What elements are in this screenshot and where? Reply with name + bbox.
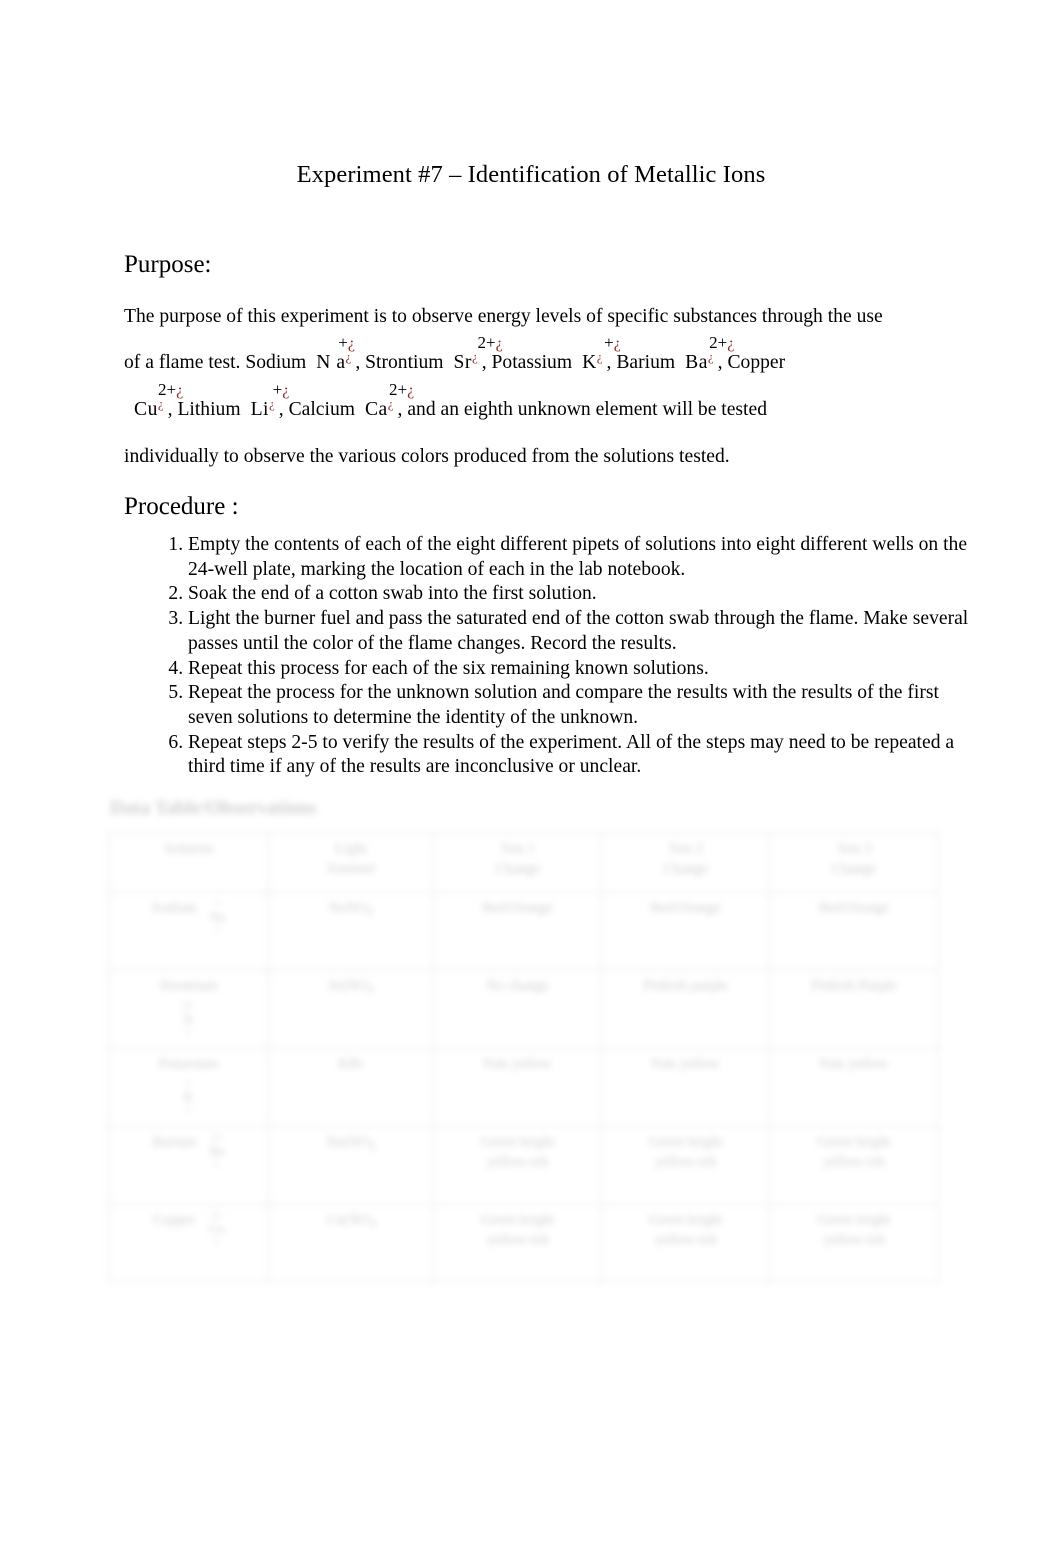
cell-test-2: Pinkish purple bbox=[601, 970, 770, 1049]
cell-test-2: Pale yellow bbox=[601, 1048, 770, 1127]
procedure-step: Repeat this process for each of the six … bbox=[188, 657, 978, 682]
ion-formula-calcium: 2+¿ Ca¿ bbox=[364, 380, 415, 420]
solution-name-copper: Copper 2+ Cu ¿ bbox=[152, 1210, 225, 1245]
table-row: Copper 2+ Cu ¿ Cu(NO3 Green bright yello… bbox=[108, 1204, 939, 1283]
cell-test-1: Green bright yellow-ish bbox=[433, 1204, 602, 1283]
solution-name-potassium: Potassium + K ¿ bbox=[113, 1055, 264, 1113]
cell-test-3: Green bright yellow-ish bbox=[769, 1204, 939, 1283]
cell-solution: Strontium 2+ Sr ¿ bbox=[108, 970, 269, 1049]
column-header-solution: Solution bbox=[108, 833, 269, 893]
column-header-test-3: Test 3 Change bbox=[769, 833, 939, 893]
cell-test-3: Green bright yellow-ish bbox=[769, 1126, 939, 1205]
column-header-test-1: Test 1 Change bbox=[433, 833, 602, 893]
cell-test-3: Pale yellow bbox=[769, 1048, 939, 1127]
table-row: Potassium + K ¿ KBr Pale yellow Pale yel… bbox=[108, 1048, 939, 1127]
ion-formula-copper: 2+¿ Cu¿ bbox=[134, 380, 184, 420]
procedure-step: Repeat the process for the unknown solut… bbox=[188, 681, 978, 730]
page-title: Experiment #7 – Identification of Metall… bbox=[296, 161, 766, 188]
cell-test-1: No change bbox=[433, 970, 602, 1049]
table-row: Sodium + Na ¿ NaNO3 Red/Orange Red/Orang… bbox=[108, 892, 939, 971]
ion-formula-cell-strontium: 2+ Sr ¿ bbox=[182, 999, 195, 1035]
procedure-step: Light the burner fuel and pass the satur… bbox=[188, 607, 978, 656]
ion-formula-lithium: +¿ Li¿ bbox=[250, 380, 290, 420]
observations-table: Solution Light Emitted Test 1 Change Tes… bbox=[108, 833, 939, 1283]
purpose-line-4: individually to observe the various colo… bbox=[124, 446, 730, 467]
data-table-section: Data Table/Observations Solution Light E… bbox=[104, 793, 940, 1283]
cell-solution: Copper 2+ Cu ¿ bbox=[108, 1204, 269, 1283]
cell-test-1: Green bright yellow-ish bbox=[433, 1126, 602, 1205]
cell-test-3: Red/Orange bbox=[769, 892, 939, 971]
ion-formula-cell-copper: 2+ Cu ¿ bbox=[209, 1210, 225, 1245]
ion-formula-potassium: +¿ K¿ bbox=[582, 333, 621, 373]
purpose-text-calcium: , Calcium bbox=[278, 399, 355, 420]
column-header-light-emitted: Light Emitted bbox=[268, 833, 434, 893]
cell-test-2: Green bright yellow-ish bbox=[601, 1126, 770, 1205]
cell-light-emitted: Cu(NO3 bbox=[268, 1204, 434, 1283]
table-row: Strontium 2+ Sr ¿ Sr(NO3 No change Pinki… bbox=[108, 970, 939, 1049]
ion-formula-cell-potassium: + K ¿ bbox=[183, 1077, 194, 1113]
solution-name-sodium: Sodium + Na ¿ bbox=[151, 898, 226, 933]
cell-solution: Potassium + K ¿ bbox=[108, 1048, 269, 1127]
table-row: Barium 2+ Ba ¿ Ba(NO3 Green bright yello… bbox=[108, 1126, 939, 1205]
purpose-line-2: of a flame test. Sodium +¿ N a¿, Strontium… bbox=[124, 333, 939, 387]
procedure-list: Empty the contents of each of the eight … bbox=[150, 533, 978, 780]
ion-formula-sodium: +¿ N a¿ bbox=[316, 333, 355, 373]
cell-test-2: Red/Orange bbox=[601, 892, 770, 971]
ion-formula-strontium: 2+¿ Sr¿ bbox=[453, 333, 503, 373]
cell-light-emitted: KBr bbox=[268, 1048, 434, 1127]
cell-test-1: Pale yellow bbox=[433, 1048, 602, 1127]
document-page: Experiment #7 – Identification of Metall… bbox=[0, 0, 1062, 1561]
procedure-step: Empty the contents of each of the eight … bbox=[188, 533, 978, 582]
cell-test-3: Pinkish Purple bbox=[769, 970, 939, 1049]
purpose-heading: Purpose: bbox=[124, 251, 212, 278]
purpose-line-1: The purpose of this experiment is to obs… bbox=[124, 306, 883, 327]
ion-formula-cell-barium: 2+ Ba ¿ bbox=[209, 1132, 225, 1167]
table-header-row: Solution Light Emitted Test 1 Change Tes… bbox=[108, 833, 939, 893]
cell-light-emitted: Sr(NO3 bbox=[268, 970, 434, 1049]
cell-solution: Sodium + Na ¿ bbox=[108, 892, 269, 971]
ion-formula-cell-sodium: + Na ¿ bbox=[210, 898, 226, 933]
cell-light-emitted: NaNO3 bbox=[268, 892, 434, 971]
data-table-heading: Data Table/Observations bbox=[110, 798, 317, 819]
procedure-step: Repeat steps 2-5 to verify the results o… bbox=[188, 731, 978, 780]
procedure-heading: Procedure : bbox=[124, 493, 239, 520]
purpose-line-3: 2+¿ Cu¿, Lithium +¿ Li¿, Calcium 2+¿ Ca¿, and… bbox=[124, 380, 939, 434]
purpose-text-unknown: , and an eighth unknown element will be … bbox=[397, 399, 767, 420]
purpose-body: The purpose of this experiment is to obs… bbox=[124, 294, 939, 480]
cell-test-2: Green bright yellow-ish bbox=[601, 1204, 770, 1283]
ion-formula-barium: 2+¿ Ba¿ bbox=[685, 333, 735, 373]
cell-light-emitted: Ba(NO3 bbox=[268, 1126, 434, 1205]
solution-name-barium: Barium 2+ Ba ¿ bbox=[152, 1132, 225, 1167]
procedure-step: Soak the end of a cotton swab into the f… bbox=[188, 582, 978, 607]
solution-name-strontium: Strontium 2+ Sr ¿ bbox=[113, 977, 264, 1035]
cell-test-1: Red/Orange bbox=[433, 892, 602, 971]
cell-solution: Barium 2+ Ba ¿ bbox=[108, 1126, 269, 1205]
column-header-test-2: Test 2 Change bbox=[601, 833, 770, 893]
